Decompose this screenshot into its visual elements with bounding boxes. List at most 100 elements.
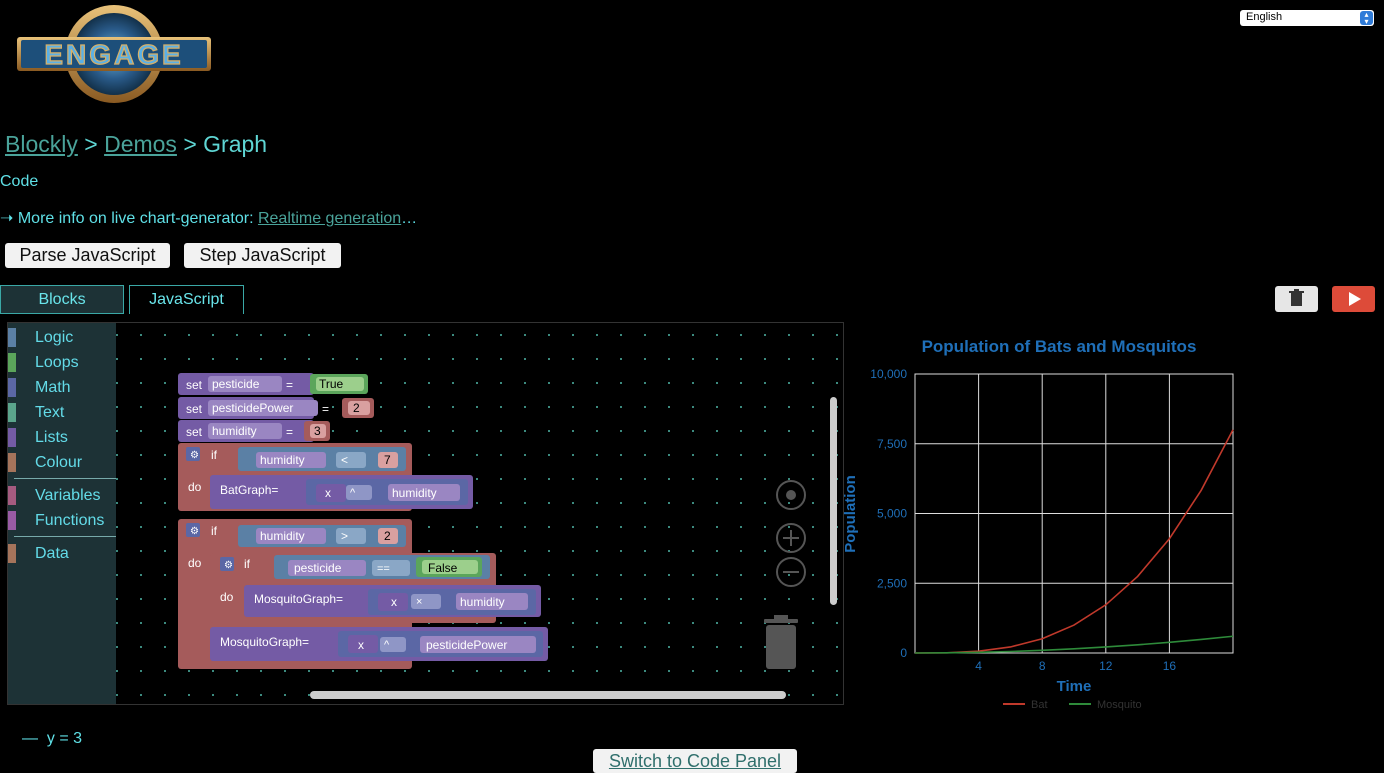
do-label: do: [220, 590, 234, 604]
if-pesticide-false-block[interactable]: ⚙ if pesticide == False do MosquitoGraph…: [210, 553, 541, 623]
category-label: Colour: [35, 454, 83, 471]
toolbox-category-colour[interactable]: Colour: [8, 450, 116, 475]
parse-javascript-button[interactable]: Parse JavaScript: [5, 243, 170, 268]
var-humidity: humidity: [260, 529, 305, 543]
category-color-bar: [8, 486, 16, 505]
mosquitograph-pow-block[interactable]: MosquitoGraph= x ^ pesticidePower: [210, 627, 548, 661]
tab-javascript[interactable]: JavaScript: [129, 285, 244, 314]
var-pesticidepower: pesticidePower: [426, 638, 507, 652]
language-selected: English: [1246, 11, 1283, 23]
breadcrumb-demos-link[interactable]: Demos: [104, 131, 177, 157]
category-label: Loops: [35, 354, 79, 371]
legend-label: Bat: [1031, 699, 1048, 711]
gear-icon: ⚙: [190, 450, 199, 461]
toolbox-category-text[interactable]: Text: [8, 400, 116, 425]
toolbox-category-functions[interactable]: Functions: [8, 508, 116, 533]
category-label: Data: [35, 545, 69, 562]
number-2: 2: [384, 529, 391, 543]
mosquitograph-label: MosquitoGraph=: [254, 592, 343, 606]
do-label: do: [188, 556, 202, 570]
category-color-bar: [8, 403, 16, 422]
mul-operator: ×: [416, 596, 422, 608]
pow-operator: ^: [384, 639, 390, 651]
false-value: False: [428, 561, 458, 575]
var-x: x: [391, 595, 397, 609]
readout-text: y = 3: [46, 730, 83, 747]
y-tick-label: 2,500: [877, 576, 907, 590]
language-select[interactable]: English ▴ ▾: [1240, 10, 1374, 26]
toolbox-category-variables[interactable]: Variables: [8, 483, 116, 508]
vertical-scrollbar[interactable]: [830, 397, 837, 605]
mosquitograph-label: MosquitoGraph=: [220, 635, 309, 649]
var-pesticide: pesticide: [294, 561, 342, 575]
do-label: do: [188, 480, 202, 494]
y-tick-label: 7,500: [877, 437, 907, 451]
category-color-bar: [8, 428, 16, 447]
category-color-bar: [8, 328, 16, 347]
set-label: set: [186, 402, 203, 416]
toolbox-category-logic[interactable]: Logic: [8, 325, 116, 350]
blockly-workspace[interactable]: set pesticide = True set pesticidePower …: [7, 322, 844, 705]
var-x: x: [358, 638, 364, 652]
number-2: 2: [353, 401, 360, 415]
chart-lines: [914, 429, 1234, 654]
number-3: 3: [314, 424, 321, 438]
pow-operator: ^: [350, 487, 356, 499]
population-chart: Population of Bats and Mosquitos Populat…: [842, 325, 1243, 720]
eq-label: =: [286, 378, 293, 392]
category-color-bar: [8, 353, 16, 372]
series-line-mosquito: [914, 635, 1234, 654]
toolbox-separator: [14, 478, 116, 479]
series-line-bat: [914, 429, 1234, 654]
batgraph-label: BatGraph=: [220, 483, 278, 497]
category-color-bar: [8, 453, 16, 472]
workspace-canvas[interactable]: set pesticide = True set pesticidePower …: [8, 323, 843, 704]
lt-operator: <: [341, 453, 348, 467]
breadcrumb: Blockly > Demos > Graph: [5, 131, 267, 158]
toolbox-category-data[interactable]: Data: [8, 541, 116, 566]
var-humidity: humidity: [212, 424, 257, 438]
info-ellipsis: …: [401, 210, 418, 227]
logo-text: ENGAGE: [44, 39, 183, 70]
toolbox-category-lists[interactable]: Lists: [8, 425, 116, 450]
step-javascript-button[interactable]: Step JavaScript: [184, 243, 341, 268]
y-tick-label: 5,000: [877, 507, 907, 521]
chart-title: Population of Bats and Mosquitos: [922, 337, 1197, 356]
arrow-icon: ➝: [0, 210, 14, 227]
eq-label: =: [322, 402, 329, 416]
code-heading: Code: [0, 173, 39, 190]
trash-icon: [1289, 289, 1304, 306]
trash-button[interactable]: [1275, 286, 1318, 312]
info-prefix: More info on live chart-generator:: [13, 210, 258, 227]
chart-legend: Bat Mosquito: [1003, 699, 1142, 711]
chart-svg: Population of Bats and Mosquitos Populat…: [842, 337, 1234, 711]
switch-to-code-panel-button[interactable]: Switch to Code Panel: [593, 749, 797, 773]
set-humidity-block[interactable]: set humidity = 3: [178, 420, 330, 442]
category-label: Lists: [35, 429, 68, 446]
var-pesticidepower: pesticidePower: [212, 401, 293, 415]
play-icon: [1349, 292, 1361, 306]
category-label: Variables: [35, 487, 101, 504]
toolbox-category-math[interactable]: Math: [8, 375, 116, 400]
engage-logo: ENGAGE: [14, 2, 214, 106]
if-label: if: [211, 524, 218, 538]
breadcrumb-current: Graph: [203, 131, 268, 157]
gear-icon: ⚙: [190, 526, 199, 537]
toolbox-separator: [14, 536, 116, 537]
realtime-generation-link[interactable]: Realtime generation: [258, 210, 401, 227]
toolbox-category-loops[interactable]: Loops: [8, 350, 116, 375]
horizontal-scrollbar[interactable]: [310, 691, 786, 699]
set-pesticide-block[interactable]: set pesticide = True: [178, 373, 368, 395]
y-tick-label: 10,000: [870, 367, 907, 381]
category-color-bar: [8, 511, 16, 530]
if-label: if: [211, 448, 218, 462]
run-button[interactable]: [1332, 286, 1375, 312]
category-color-bar: [8, 544, 16, 563]
breadcrumb-blockly-link[interactable]: Blockly: [5, 131, 78, 157]
tab-blocks[interactable]: Blocks: [0, 285, 124, 314]
number-7: 7: [384, 453, 391, 467]
if-label: if: [244, 557, 251, 571]
dash-icon: —: [22, 730, 38, 747]
set-pesticidepower-block[interactable]: set pesticidePower = 2: [178, 397, 374, 419]
breadcrumb-separator: >: [176, 131, 204, 157]
